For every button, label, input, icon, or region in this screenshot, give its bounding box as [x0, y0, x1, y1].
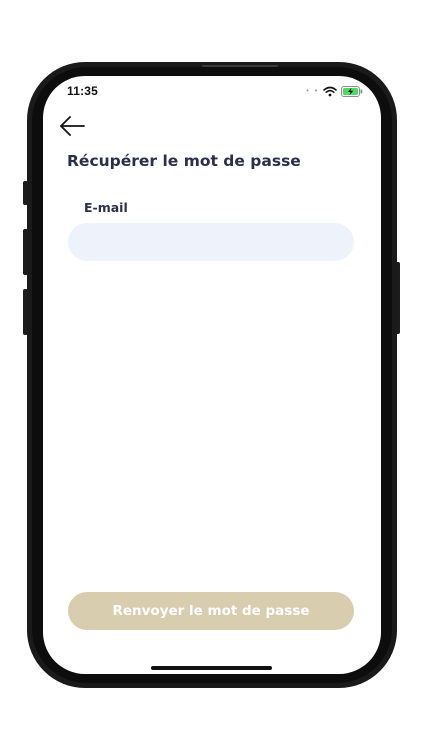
resend-password-button[interactable]: Renvoyer le mot de passe [68, 592, 354, 630]
speaker-slit [202, 65, 278, 67]
wifi-icon [323, 86, 337, 96]
app-preview: 11:35 • • Récupérer le mot de passe E-ma… [0, 0, 422, 750]
email-label: E-mail [84, 200, 128, 215]
status-icons: • • [306, 85, 363, 97]
email-field[interactable] [68, 223, 354, 261]
battery-charging-icon [341, 85, 363, 97]
arrow-left-icon[interactable] [58, 114, 86, 138]
page-title: Récupérer le mot de passe [67, 152, 301, 170]
phone-screen: 11:35 • • Récupérer le mot de passe E-ma… [43, 76, 381, 674]
signal-icon: • • [305, 87, 319, 95]
home-indicator [151, 666, 272, 670]
status-time: 11:35 [67, 84, 99, 98]
